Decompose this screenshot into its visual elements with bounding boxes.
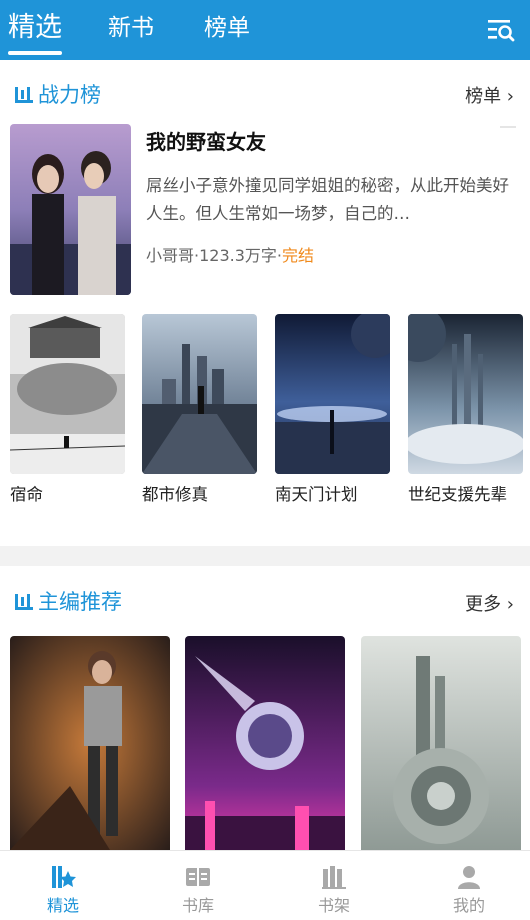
- book-title[interactable]: 世纪支援先辈: [408, 483, 507, 507]
- section-marker-icon: [14, 592, 34, 612]
- nav-profile[interactable]: 我的: [429, 851, 509, 920]
- editor-title: 主编推荐: [38, 590, 122, 614]
- ranking-more-link[interactable]: 榜单 ›: [465, 85, 514, 109]
- nav-label: 书库: [181, 896, 214, 915]
- book-cover[interactable]: [10, 314, 125, 474]
- status-badge: 完结: [282, 246, 315, 265]
- tab-featured[interactable]: 精选: [8, 10, 62, 46]
- book-title[interactable]: 都市修真: [142, 483, 208, 507]
- nav-bookshelf[interactable]: 书架: [294, 851, 374, 920]
- author-name: 小哥哥: [146, 246, 195, 265]
- book-cover[interactable]: [10, 636, 170, 850]
- nav-label: 精选: [46, 896, 79, 915]
- featured-book-cover[interactable]: [10, 124, 131, 295]
- featured-icon: [49, 863, 77, 891]
- book-cover[interactable]: [275, 314, 390, 474]
- book-cover[interactable]: [142, 314, 257, 474]
- nav-library[interactable]: 书库: [158, 851, 238, 920]
- tab-rankings[interactable]: 榜单: [204, 10, 250, 46]
- top-bar: 精选 新书 榜单: [0, 0, 530, 60]
- book-title[interactable]: 宿命: [10, 483, 43, 507]
- featured-book-description: 屌丝小子意外撞见同学姐姐的秘密，从此开始美好人生。但人生常如一场梦，自己的…: [146, 176, 509, 223]
- tab-new-books[interactable]: 新书: [108, 10, 154, 46]
- bottom-navigation: 精选 书库 书架 我的: [0, 850, 530, 920]
- word-count: 123.3万字: [199, 246, 277, 265]
- section-marker-icon: [14, 85, 34, 105]
- divider: [500, 126, 516, 128]
- book-cover[interactable]: [408, 314, 523, 474]
- nav-label: 书架: [317, 896, 350, 915]
- editor-more-link[interactable]: 更多 ›: [465, 593, 514, 617]
- book-cover[interactable]: [185, 636, 345, 850]
- bookshelf-icon: [320, 863, 348, 891]
- book-cover[interactable]: [361, 636, 521, 850]
- nav-featured[interactable]: 精选: [23, 851, 103, 920]
- active-tab-indicator: [8, 51, 62, 55]
- featured-book-title[interactable]: 我的野蛮女友: [146, 128, 266, 156]
- book-title[interactable]: 南天门计划: [275, 483, 358, 507]
- ranking-title: 战力榜: [38, 83, 101, 107]
- featured-book-meta: 小哥哥·123.3万字·完结: [146, 243, 314, 269]
- search-list-icon[interactable]: [486, 16, 516, 44]
- library-icon: [184, 863, 212, 891]
- nav-label: 我的: [452, 896, 485, 915]
- profile-icon: [455, 863, 483, 891]
